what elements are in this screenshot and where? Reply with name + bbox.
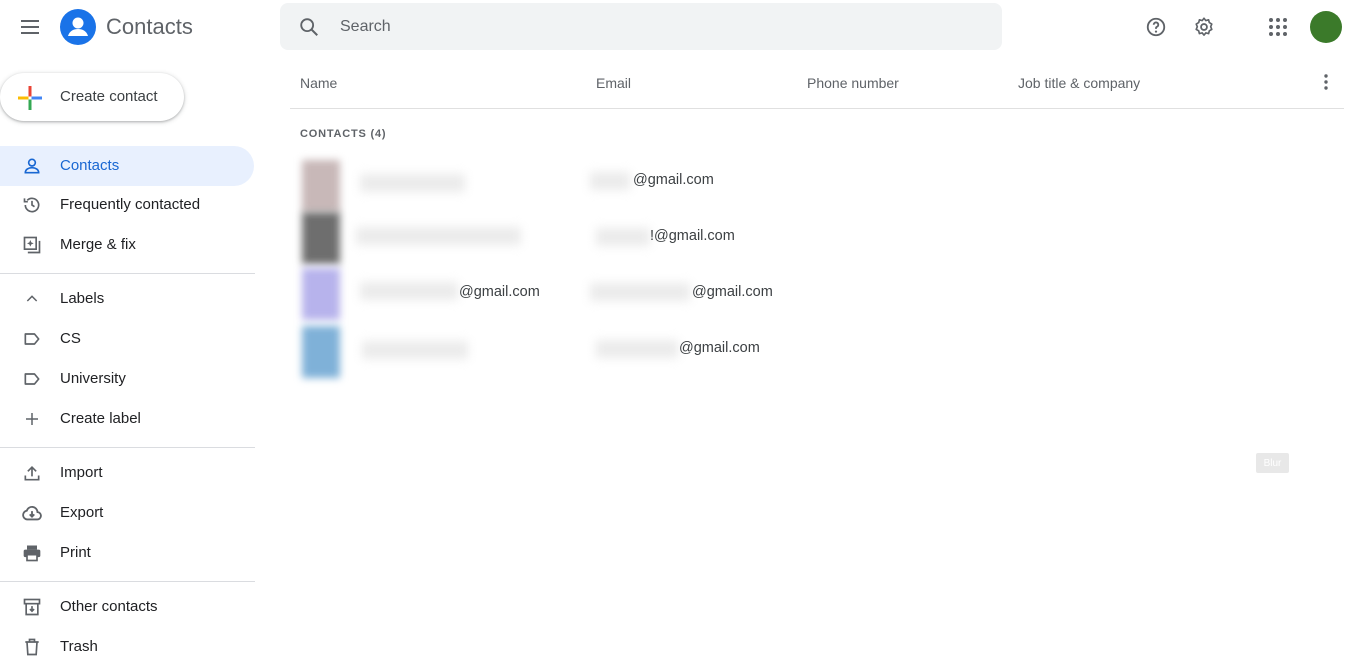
- apps-button[interactable]: [1258, 7, 1298, 47]
- contact-photo: [302, 212, 340, 264]
- sidebar-item-label: Frequently contacted: [60, 196, 201, 213]
- gear-icon: [1195, 17, 1213, 36]
- sidebar-divider: [0, 447, 255, 448]
- sidebar-item-print[interactable]: Print: [0, 533, 254, 573]
- contacts-logo-icon: [68, 17, 88, 36]
- search-input[interactable]: [340, 3, 980, 50]
- label-icon: [20, 367, 44, 391]
- create-contact-label: Create contact: [60, 88, 158, 105]
- sidebar-item-label: Export: [60, 504, 104, 521]
- cloud-download-icon: [20, 501, 44, 525]
- table-row[interactable]: !@gmail.com: [290, 208, 1344, 264]
- sidebar-divider: [0, 273, 255, 274]
- search-bar[interactable]: [280, 3, 1002, 50]
- sidebar-item-import[interactable]: Import: [0, 453, 254, 493]
- label-icon: [20, 327, 44, 351]
- redacted-email-prefix: [590, 172, 630, 190]
- settings-button[interactable]: [1184, 7, 1224, 47]
- sidebar-item-label: Merge & fix: [60, 236, 136, 253]
- blur-badge: Blur: [1256, 453, 1289, 473]
- contact-photo: [302, 160, 340, 212]
- apps-grid-icon: [1269, 18, 1287, 36]
- create-contact-button[interactable]: Create contact: [0, 73, 184, 121]
- create-label-button[interactable]: Create label: [0, 399, 254, 439]
- sidebar-item-label: Import: [60, 464, 103, 481]
- history-icon: [20, 193, 44, 217]
- column-header-phone[interactable]: Phone number: [807, 75, 899, 91]
- sidebar-divider: [0, 581, 255, 582]
- labels-toggle[interactable]: Labels: [0, 279, 254, 319]
- help-button[interactable]: [1136, 7, 1176, 47]
- sidebar-item-label: Contacts: [60, 157, 120, 174]
- sidebar-item-label: Other contacts: [60, 598, 158, 615]
- sidebar-item-label: CS: [60, 330, 81, 347]
- archive-icon: [20, 595, 44, 619]
- sidebar-item-contacts[interactable]: Contacts: [0, 146, 254, 186]
- contact-name: @gmail.com: [459, 284, 540, 300]
- redacted-email-prefix: [596, 340, 678, 358]
- merge-fix-icon: [20, 233, 44, 257]
- sidebar-item-label: University: [60, 370, 126, 387]
- contact-photo: [302, 326, 340, 378]
- search-icon[interactable]: [298, 16, 320, 38]
- sidebar-item-label: Print: [60, 544, 91, 561]
- table-row[interactable]: @gmail.com: [290, 152, 1344, 212]
- table-header-divider: [290, 108, 1344, 109]
- hamburger-menu-icon: [21, 20, 39, 34]
- redacted-email-prefix: [596, 228, 650, 246]
- plus-icon: [18, 86, 42, 110]
- create-label-label: Create label: [60, 410, 141, 427]
- sidebar-item-label-cs[interactable]: CS: [0, 319, 254, 359]
- upload-icon: [20, 461, 44, 485]
- plus-icon: [20, 407, 44, 431]
- redacted-email-prefix: [590, 283, 690, 301]
- contact-email: @gmail.com: [679, 340, 760, 356]
- more-vert-icon: [1324, 74, 1328, 90]
- contacts-count-label: CONTACTS (4): [300, 128, 387, 140]
- contact-email: @gmail.com: [692, 284, 773, 300]
- sidebar-item-label-university[interactable]: University: [0, 359, 254, 399]
- contact-photo: [302, 268, 340, 320]
- app-title: Contacts: [106, 14, 193, 39]
- print-icon: [20, 541, 44, 565]
- contact-email: !@gmail.com: [650, 228, 735, 244]
- redacted-name: [362, 341, 468, 359]
- main-menu-button[interactable]: [10, 7, 50, 47]
- chevron-up-icon: [20, 287, 44, 311]
- sidebar-item-frequently-contacted[interactable]: Frequently contacted: [0, 185, 254, 225]
- redacted-name: [360, 282, 458, 300]
- more-options-button[interactable]: [1314, 70, 1338, 94]
- sidebar-item-export[interactable]: Export: [0, 493, 254, 533]
- column-header-email[interactable]: Email: [596, 75, 631, 91]
- labels-header: Labels: [60, 290, 105, 307]
- account-avatar[interactable]: [1310, 11, 1342, 43]
- trash-icon: [20, 635, 44, 659]
- column-header-job[interactable]: Job title & company: [1018, 75, 1140, 91]
- person-icon: [20, 154, 44, 178]
- sidebar-item-merge-fix[interactable]: Merge & fix: [0, 225, 254, 265]
- contact-email: @gmail.com: [633, 172, 714, 188]
- redacted-name: [360, 174, 465, 192]
- column-header-name[interactable]: Name: [300, 75, 337, 91]
- sidebar-item-trash[interactable]: Trash: [0, 627, 254, 667]
- contacts-logo: [60, 9, 96, 45]
- table-row[interactable]: @gmail.com: [290, 320, 1344, 378]
- help-icon: [1146, 17, 1166, 37]
- sidebar-item-other-contacts[interactable]: Other contacts: [0, 587, 254, 627]
- redacted-name: [356, 227, 521, 245]
- table-row[interactable]: @gmail.com @gmail.com: [290, 264, 1344, 320]
